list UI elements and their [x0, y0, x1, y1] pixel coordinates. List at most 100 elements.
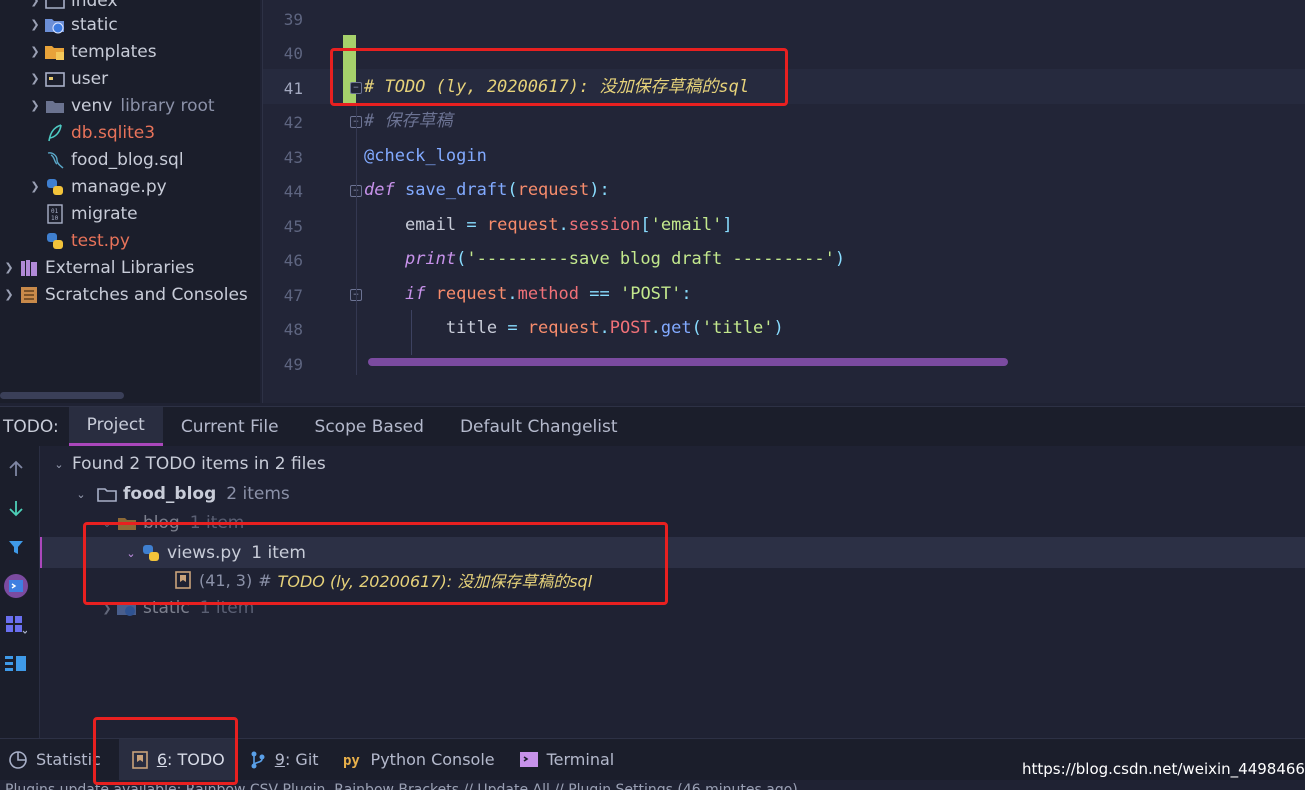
chevron-down-icon[interactable]: ⌄ — [50, 451, 68, 478]
todo-tab-bar: TODO: Project Current File Scope Based D… — [0, 406, 1305, 446]
annotation-box-editor-todo — [330, 48, 788, 106]
pie-chart-icon — [8, 750, 28, 770]
terminal-tool-button[interactable]: Terminal — [507, 739, 627, 781]
chevron-right-icon[interactable]: ❯ — [0, 254, 18, 281]
tab-scope-based[interactable]: Scope Based — [297, 407, 442, 446]
chevron-down-icon[interactable]: ⌄ — [72, 481, 90, 508]
module-folder-icon — [44, 69, 66, 89]
folder-icon — [44, 0, 66, 11]
chevron-right-icon[interactable]: ❯ — [0, 281, 18, 308]
variable: email — [404, 215, 457, 235]
object: request — [435, 284, 508, 304]
string: '---------save blog draft ---------' — [466, 249, 835, 269]
project-tree[interactable]: ❯ index ❯ static ❯ templates ❯ user ❯ ve… — [0, 0, 260, 403]
line-number: 49 — [283, 355, 303, 374]
operator: = — [497, 318, 528, 338]
punctuation: ( — [507, 180, 518, 200]
python-icon — [44, 231, 66, 251]
annotation-box-todo-button — [93, 717, 238, 785]
preview-icon[interactable] — [3, 573, 29, 599]
feather-icon — [44, 123, 66, 143]
chevron-right-icon[interactable]: ❯ — [26, 92, 44, 119]
code-line-45[interactable]: email = request.session['email'] — [364, 208, 733, 242]
chevron-right-icon[interactable]: ❯ — [26, 65, 44, 92]
line-number: 47 — [283, 286, 303, 305]
object: request — [527, 318, 600, 338]
punctuation: . — [558, 215, 569, 235]
group-by-icon[interactable] — [3, 612, 29, 638]
tab-default-changelist[interactable]: Default Changelist — [442, 407, 636, 446]
tree-item-static[interactable]: ❯ static — [26, 11, 117, 38]
binary-file-icon: 01 10 — [44, 203, 66, 224]
code-line-47[interactable]: if request.method == 'POST': — [364, 277, 692, 311]
code-line-43[interactable]: @check_login — [364, 139, 487, 173]
annotation-box-todo-item — [83, 522, 668, 605]
chevron-right-icon[interactable]: ❯ — [26, 11, 44, 38]
line-number: 46 — [283, 251, 303, 270]
decorator: @check_login — [364, 146, 487, 166]
tree-item-templates[interactable]: ❯ templates — [26, 38, 156, 65]
editor-horizontal-scrollbar[interactable] — [368, 358, 1008, 366]
function-name: save_draft — [404, 180, 508, 200]
comment: # 保存草稿 — [364, 111, 453, 131]
tree-item-scratches[interactable]: ❯ Scratches and Consoles — [0, 281, 247, 308]
punctuation: ( — [691, 318, 702, 338]
indent-guide — [356, 105, 357, 375]
attribute: POST — [609, 318, 651, 338]
line-number: 40 — [283, 44, 303, 63]
chevron-right-icon[interactable]: ❯ — [26, 173, 44, 200]
object: request — [486, 215, 559, 235]
watermark: https://blog.csdn.net/weixin_44984664 — [1022, 760, 1305, 778]
arrow-down-icon[interactable] — [3, 495, 29, 521]
variable: title — [445, 318, 498, 338]
tree-item-migrate[interactable]: 01 10 migrate — [44, 200, 138, 227]
tree-item-food-blog-sql[interactable]: food_blog.sql — [44, 146, 184, 173]
punctuation: ) — [773, 318, 784, 338]
templates-folder-icon — [44, 42, 66, 62]
line-number: 41 — [283, 79, 303, 98]
attribute: session — [568, 215, 641, 235]
tree-item-test-py[interactable]: test.py — [44, 227, 130, 254]
arrow-up-icon[interactable] — [3, 456, 29, 482]
terminal-icon — [519, 751, 539, 769]
punctuation: [ — [640, 215, 651, 235]
svg-text:10: 10 — [51, 215, 59, 222]
tab-current-file[interactable]: Current File — [163, 407, 297, 446]
operator: == — [579, 284, 620, 304]
line-number: 48 — [283, 320, 303, 339]
tree-item-user[interactable]: ❯ user — [26, 65, 108, 92]
tree-scrollbar[interactable] — [0, 392, 124, 399]
svg-text:01: 01 — [51, 208, 59, 215]
todo-summary-row[interactable]: ⌄ Found 2 TODO items in 2 files — [50, 449, 325, 479]
svg-text:py: py — [343, 753, 360, 769]
line-number: 42 — [283, 113, 303, 132]
git-tool-button[interactable]: 9: Git — [237, 739, 331, 781]
code-line-44[interactable]: def save_draft(request): — [364, 173, 610, 207]
code-line-48[interactable]: title = request.POST.get('title') — [364, 311, 784, 345]
tree-item-external-libraries[interactable]: ❯ External Libraries — [0, 254, 194, 281]
method: get — [660, 318, 692, 338]
line-number: 39 — [283, 10, 303, 29]
punctuation: : — [681, 284, 692, 304]
tree-item-venv[interactable]: ❯ venv library root — [26, 92, 214, 119]
library-icon — [18, 258, 40, 278]
line-number: 43 — [283, 148, 303, 167]
punctuation: ] — [722, 215, 733, 235]
tree-item-manage-py[interactable]: ❯ manage.py — [26, 173, 166, 200]
tree-item-db-sqlite3[interactable]: db.sqlite3 — [44, 119, 155, 146]
todo-tree-root[interactable]: ⌄ food_blog 2 items — [72, 479, 289, 509]
python-console-tool-button[interactable]: py Python Console — [331, 739, 507, 781]
filter-icon[interactable] — [3, 534, 29, 560]
sql-file-icon — [44, 150, 66, 170]
string: 'POST' — [619, 284, 682, 304]
punctuation: . — [650, 318, 661, 338]
layout-icon[interactable] — [3, 651, 29, 677]
python-console-icon: py — [343, 750, 363, 770]
keyword: if — [404, 284, 426, 304]
tab-project[interactable]: Project — [68, 407, 163, 446]
punctuation: ) — [834, 249, 846, 269]
scratches-icon — [18, 285, 40, 305]
chevron-right-icon[interactable]: ❯ — [26, 38, 44, 65]
code-line-42[interactable]: # 保存草稿 — [364, 104, 452, 138]
code-line-46[interactable]: print('---------save blog draft --------… — [364, 242, 845, 276]
